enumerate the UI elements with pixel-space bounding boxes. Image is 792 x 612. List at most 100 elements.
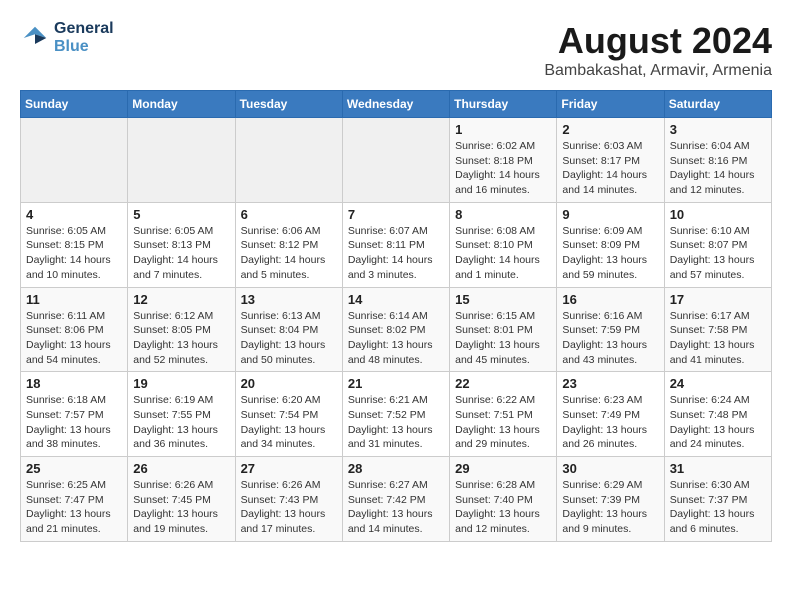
day-info: Sunrise: 6:12 AMSunset: 8:05 PMDaylight:… (133, 309, 229, 368)
weekday-header-row: SundayMondayTuesdayWednesdayThursdayFrid… (21, 91, 772, 118)
day-number: 30 (562, 461, 658, 476)
day-number: 17 (670, 292, 766, 307)
calendar-cell: 28Sunrise: 6:27 AMSunset: 7:42 PMDayligh… (342, 457, 449, 542)
calendar-cell: 2 Sunrise: 6:03 AMSunset: 8:17 PMDaylight… (557, 118, 664, 203)
calendar-month-year: August 2024 (544, 20, 772, 62)
day-number: 31 (670, 461, 766, 476)
calendar-cell: 24 Sunrise: 6:24 AMSunset: 7:48 PMDayligh… (664, 372, 771, 457)
day-number: 3 (670, 122, 766, 137)
day-info: Sunrise: 6:09 AMSunset: 8:09 PMDaylight:… (562, 224, 658, 283)
day-info: Sunrise: 6:03 AMSunset: 8:17 PMDaylight:… (562, 139, 658, 198)
day-number: 14 (348, 292, 444, 307)
calendar-cell: 5Sunrise: 6:05 AMSunset: 8:13 PMDaylight… (128, 202, 235, 287)
day-info: Sunrise: 6:08 AMSunset: 8:10 PMDaylight:… (455, 224, 551, 283)
day-info: Sunrise: 6:07 AMSunset: 8:11 PMDaylight:… (348, 224, 444, 283)
day-info: Sunrise: 6:29 AMSunset: 7:39 PMDaylight:… (562, 478, 658, 537)
day-number: 29 (455, 461, 551, 476)
day-number: 9 (562, 207, 658, 222)
day-info: Sunrise: 6:24 AMSunset: 7:48 PMDaylight:… (670, 393, 766, 452)
calendar-cell: 26Sunrise: 6:26 AMSunset: 7:45 PMDayligh… (128, 457, 235, 542)
day-number: 2 (562, 122, 658, 137)
calendar-cell: 1Sunrise: 6:02 AMSunset: 8:18 PMDaylight… (450, 118, 557, 203)
day-number: 12 (133, 292, 229, 307)
day-info: Sunrise: 6:16 AMSunset: 7:59 PMDaylight:… (562, 309, 658, 368)
calendar-cell: 6 Sunrise: 6:06 AMSunset: 8:12 PMDaylight… (235, 202, 342, 287)
calendar-cell (128, 118, 235, 203)
day-info: Sunrise: 6:14 AMSunset: 8:02 PMDaylight:… (348, 309, 444, 368)
day-number: 16 (562, 292, 658, 307)
logo-icon (20, 23, 50, 53)
calendar-cell: 21 Sunrise: 6:21 AMSunset: 7:52 PMDayligh… (342, 372, 449, 457)
logo: General Blue (20, 20, 114, 55)
day-info: Sunrise: 6:06 AMSunset: 8:12 PMDaylight:… (241, 224, 337, 283)
calendar-cell: 9 Sunrise: 6:09 AMSunset: 8:09 PMDaylight… (557, 202, 664, 287)
calendar-cell: 15 Sunrise: 6:15 AMSunset: 8:01 PMDayligh… (450, 287, 557, 372)
day-number: 10 (670, 207, 766, 222)
calendar-week-row: 1Sunrise: 6:02 AMSunset: 8:18 PMDaylight… (21, 118, 772, 203)
day-number: 20 (241, 376, 337, 391)
calendar-week-row: 11 Sunrise: 6:11 AMSunset: 8:06 PMDayligh… (21, 287, 772, 372)
calendar-title-block: August 2024 Bambakashat, Armavir, Armeni… (544, 20, 772, 80)
day-number: 24 (670, 376, 766, 391)
day-info: Sunrise: 6:05 AMSunset: 8:13 PMDaylight:… (133, 224, 229, 283)
day-info: Sunrise: 6:26 AMSunset: 7:43 PMDaylight:… (241, 478, 337, 537)
day-number: 7 (348, 207, 444, 222)
day-number: 26 (133, 461, 229, 476)
calendar-cell: 19Sunrise: 6:19 AMSunset: 7:55 PMDayligh… (128, 372, 235, 457)
day-info: Sunrise: 6:02 AMSunset: 8:18 PMDaylight:… (455, 139, 551, 198)
page-header: General Blue August 2024 Bambakashat, Ar… (20, 20, 772, 80)
day-info: Sunrise: 6:13 AMSunset: 8:04 PMDaylight:… (241, 309, 337, 368)
calendar-cell: 12 Sunrise: 6:12 AMSunset: 8:05 PMDayligh… (128, 287, 235, 372)
day-info: Sunrise: 6:15 AMSunset: 8:01 PMDaylight:… (455, 309, 551, 368)
day-info: Sunrise: 6:23 AMSunset: 7:49 PMDaylight:… (562, 393, 658, 452)
day-info: Sunrise: 6:25 AMSunset: 7:47 PMDaylight:… (26, 478, 122, 537)
day-number: 15 (455, 292, 551, 307)
weekday-header-thursday: Thursday (450, 91, 557, 118)
calendar-cell: 22 Sunrise: 6:22 AMSunset: 7:51 PMDayligh… (450, 372, 557, 457)
day-number: 21 (348, 376, 444, 391)
day-info: Sunrise: 6:11 AMSunset: 8:06 PMDaylight:… (26, 309, 122, 368)
calendar-cell: 14 Sunrise: 6:14 AMSunset: 8:02 PMDayligh… (342, 287, 449, 372)
calendar-week-row: 4Sunrise: 6:05 AMSunset: 8:15 PMDaylight… (21, 202, 772, 287)
day-number: 23 (562, 376, 658, 391)
day-number: 6 (241, 207, 337, 222)
calendar-week-row: 25 Sunrise: 6:25 AMSunset: 7:47 PMDayligh… (21, 457, 772, 542)
logo-text-blue: Blue (54, 38, 114, 56)
day-number: 4 (26, 207, 122, 222)
weekday-header-saturday: Saturday (664, 91, 771, 118)
weekday-header-wednesday: Wednesday (342, 91, 449, 118)
calendar-cell: 27 Sunrise: 6:26 AMSunset: 7:43 PMDayligh… (235, 457, 342, 542)
calendar-cell: 31Sunrise: 6:30 AMSunset: 7:37 PMDayligh… (664, 457, 771, 542)
calendar-table: SundayMondayTuesdayWednesdayThursdayFrid… (20, 90, 772, 542)
calendar-cell: 7 Sunrise: 6:07 AMSunset: 8:11 PMDaylight… (342, 202, 449, 287)
calendar-location: Bambakashat, Armavir, Armenia (544, 62, 772, 80)
weekday-header-friday: Friday (557, 91, 664, 118)
day-number: 25 (26, 461, 122, 476)
calendar-cell: 8 Sunrise: 6:08 AMSunset: 8:10 PMDaylight… (450, 202, 557, 287)
day-number: 8 (455, 207, 551, 222)
calendar-cell: 4Sunrise: 6:05 AMSunset: 8:15 PMDaylight… (21, 202, 128, 287)
day-info: Sunrise: 6:27 AMSunset: 7:42 PMDaylight:… (348, 478, 444, 537)
calendar-cell: 10 Sunrise: 6:10 AMSunset: 8:07 PMDayligh… (664, 202, 771, 287)
weekday-header-tuesday: Tuesday (235, 91, 342, 118)
calendar-cell: 16 Sunrise: 6:16 AMSunset: 7:59 PMDayligh… (557, 287, 664, 372)
calendar-cell: 13Sunrise: 6:13 AMSunset: 8:04 PMDayligh… (235, 287, 342, 372)
weekday-header-monday: Monday (128, 91, 235, 118)
day-number: 27 (241, 461, 337, 476)
day-info: Sunrise: 6:22 AMSunset: 7:51 PMDaylight:… (455, 393, 551, 452)
calendar-cell: 30 Sunrise: 6:29 AMSunset: 7:39 PMDayligh… (557, 457, 664, 542)
day-info: Sunrise: 6:10 AMSunset: 8:07 PMDaylight:… (670, 224, 766, 283)
calendar-cell: 23 Sunrise: 6:23 AMSunset: 7:49 PMDayligh… (557, 372, 664, 457)
weekday-header-sunday: Sunday (21, 91, 128, 118)
day-number: 22 (455, 376, 551, 391)
day-info: Sunrise: 6:20 AMSunset: 7:54 PMDaylight:… (241, 393, 337, 452)
day-info: Sunrise: 6:17 AMSunset: 7:58 PMDaylight:… (670, 309, 766, 368)
calendar-cell: 20 Sunrise: 6:20 AMSunset: 7:54 PMDayligh… (235, 372, 342, 457)
day-number: 11 (26, 292, 122, 307)
day-info: Sunrise: 6:19 AMSunset: 7:55 PMDaylight:… (133, 393, 229, 452)
calendar-cell: 17 Sunrise: 6:17 AMSunset: 7:58 PMDayligh… (664, 287, 771, 372)
day-info: Sunrise: 6:21 AMSunset: 7:52 PMDaylight:… (348, 393, 444, 452)
day-number: 18 (26, 376, 122, 391)
calendar-cell: 3Sunrise: 6:04 AMSunset: 8:16 PMDaylight… (664, 118, 771, 203)
calendar-cell: 29Sunrise: 6:28 AMSunset: 7:40 PMDayligh… (450, 457, 557, 542)
